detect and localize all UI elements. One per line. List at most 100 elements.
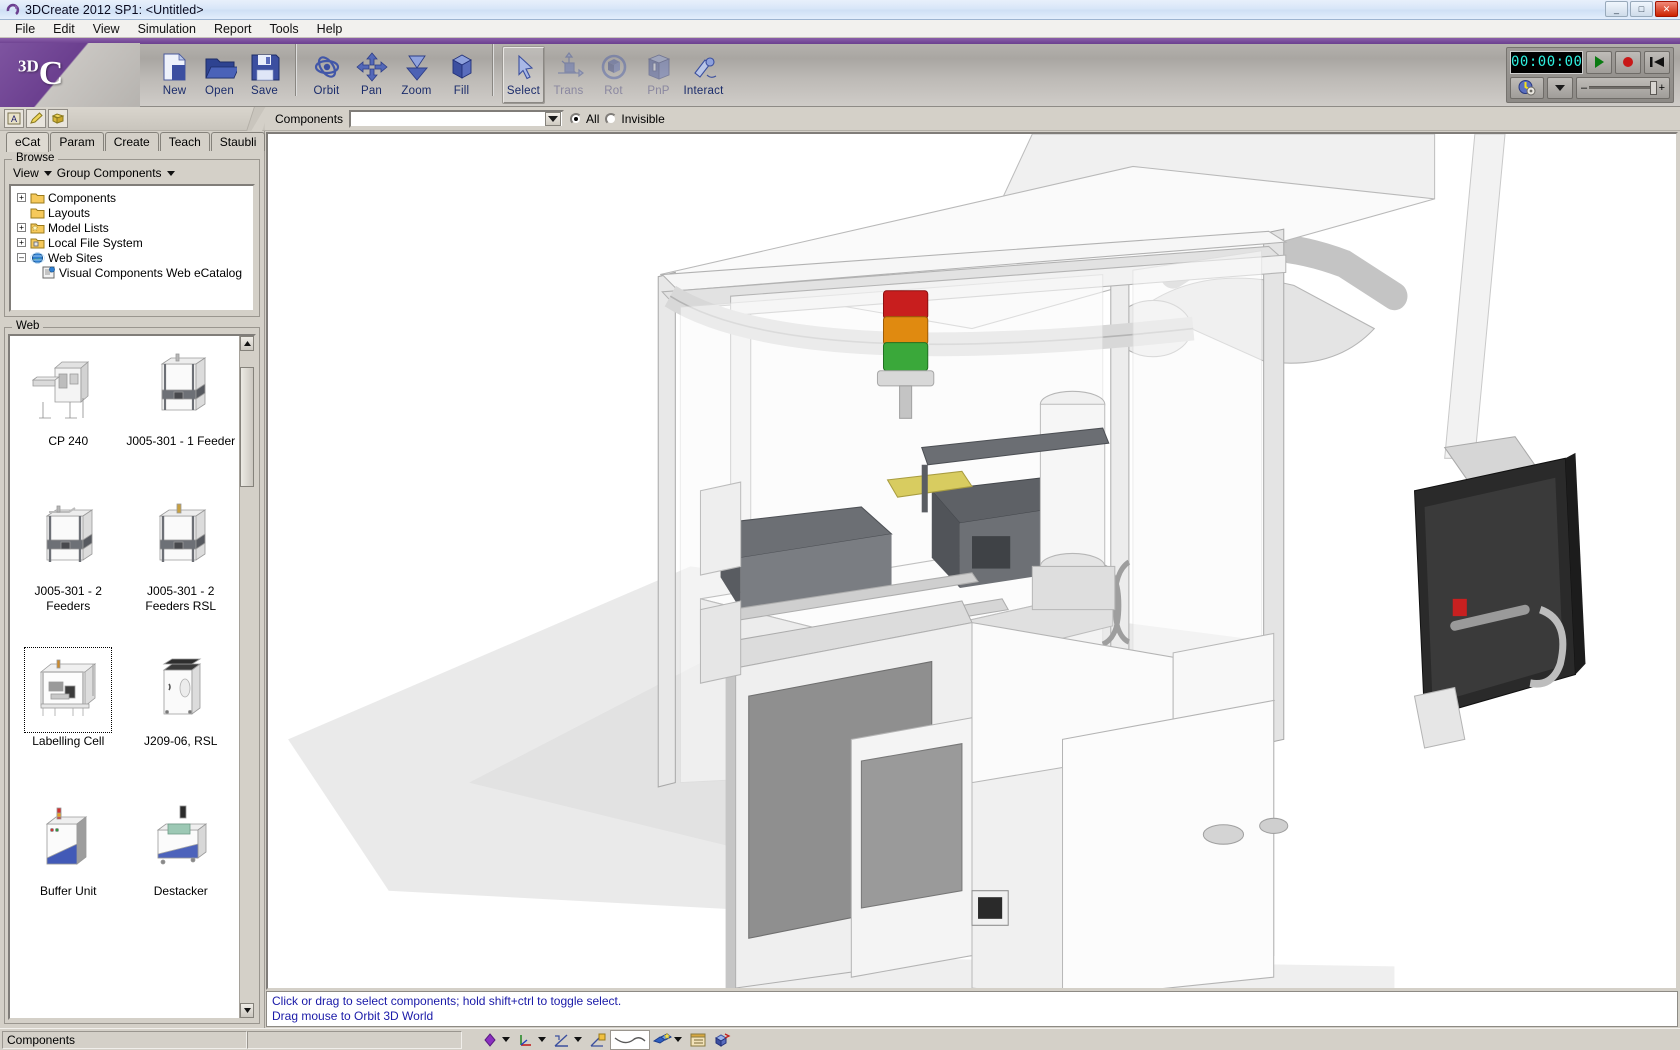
measure-lock-button[interactable] [586,1030,610,1050]
zoom-button-label: Zoom [401,85,432,97]
catalog-item-j005-301-2-feeders-rsl[interactable]: J005-301 - 2 Feeders RSL [125,492,238,642]
minimize-button[interactable]: _ [1605,1,1628,17]
measure-angle-button[interactable] [550,1030,574,1050]
pan-button[interactable]: Pan [350,46,393,104]
tab-param[interactable]: Param [50,132,104,151]
menu-item-view[interactable]: View [84,21,129,37]
reset-button[interactable] [1644,51,1670,74]
expander-icon[interactable]: + [17,238,26,247]
labelling-cell-3d-scene [268,134,1676,988]
filter-invisible-radio[interactable]: Invisible [605,112,665,126]
simulation-time-display: 00:00:00 [1510,51,1584,74]
expander-icon[interactable]: + [17,223,26,232]
select-button[interactable]: Select [502,46,545,104]
rot-button[interactable]: Rot [592,46,635,104]
components-label: Components [275,111,344,126]
chevron-down-icon[interactable] [545,111,562,126]
filter-all-label: All [586,111,600,126]
curve-tool-icon [614,1036,646,1043]
select-button-label: Select [506,85,541,97]
scroll-down-button[interactable] [240,1003,254,1018]
annotation-a-button[interactable]: A [4,109,24,128]
tree-node-layouts[interactable]: Layouts [13,205,251,220]
scroll-thumb[interactable] [240,367,254,487]
web-catalog-scrollarea[interactable]: CP 240 J005-301 - 1 Feeder J005-301 - 2 … [8,334,256,1020]
save-button[interactable]: Save [243,46,286,104]
browse-groupbox: Browse View Group Components + Component… [4,152,260,317]
catalog-tree[interactable]: + Components Layouts + Model Lists + Loc… [9,184,255,312]
simulation-control-panel: 00:00:00 – + [1506,47,1674,103]
geometry-block-button[interactable] [48,109,68,128]
orbit-button[interactable]: Orbit [305,46,348,104]
chevron-down-icon[interactable] [574,1037,582,1042]
expander-icon[interactable]: + [17,193,26,202]
measure-lock-icon [590,1033,606,1047]
tab-ecat[interactable]: eCat [6,132,50,152]
rot-button-label: Rot [604,85,623,97]
catalog-item-buffer-unit[interactable]: Buffer Unit [12,792,125,942]
fill-button[interactable]: Fill [440,46,483,104]
record-button[interactable] [1615,51,1642,74]
menu-item-edit[interactable]: Edit [44,21,84,37]
coordinate-axis-button[interactable] [514,1030,538,1050]
interact-button[interactable]: Interact [682,46,725,104]
catalog-item-label: J005-301 - 2 Feeders [34,584,102,613]
menu-item-simulation[interactable]: Simulation [129,21,205,37]
title-bar: 3DCreate 2012 SP1: <Untitled> _ □ ✕ [0,0,1680,20]
chevron-down-icon[interactable] [674,1037,682,1042]
pnp-button[interactable]: PnP [637,46,680,104]
chevron-down-icon[interactable] [166,170,175,176]
menu-item-tools[interactable]: Tools [260,21,307,37]
tab-staubli[interactable]: Staubli [210,132,266,151]
properties-panel-button[interactable] [686,1030,710,1050]
snap-point-button[interactable] [478,1030,502,1050]
catalog-item-j005-301-1-feeder[interactable]: J005-301 - 1 Feeder [125,342,238,492]
group-dropdown-label[interactable]: Group Components [57,166,162,180]
tree-node-web-ecatalog[interactable]: Visual Components Web eCatalog [13,265,251,280]
menu-item-help[interactable]: Help [308,21,352,37]
simulation-speed-slider[interactable]: – + [1576,76,1670,99]
catalog-item-j005-301-2-feeders[interactable]: J005-301 - 2 Feeders [12,492,125,642]
scroll-track[interactable] [240,351,254,1003]
tree-node-components[interactable]: + Components [13,190,251,205]
play-button[interactable] [1586,51,1613,74]
open-button[interactable]: Open [198,46,241,104]
curve-tool-button[interactable] [610,1029,650,1050]
tree-node-web-sites[interactable]: – Web Sites [13,250,251,265]
filter-all-radio[interactable]: All [570,112,599,126]
tree-node-local-file-system[interactable]: + Local File System [13,235,251,250]
pencil-edit-button[interactable] [26,109,46,128]
chevron-down-icon [1555,84,1565,91]
chevron-down-icon[interactable] [538,1037,546,1042]
menu-item-report[interactable]: Report [205,21,261,37]
tree-node-model-lists[interactable]: + Model Lists [13,220,251,235]
tab-create[interactable]: Create [104,132,159,151]
select-filter-button[interactable] [650,1030,674,1050]
maximize-button[interactable]: □ [1630,1,1653,17]
sim-options-dropdown[interactable] [1547,76,1573,99]
scroll-up-button[interactable] [240,336,254,351]
attach-component-button[interactable] [710,1030,734,1050]
sim-clock-button[interactable] [1510,76,1544,99]
catalog-vertical-scrollbar[interactable] [239,336,254,1018]
menu-item-file[interactable]: File [6,21,44,37]
chevron-down-icon[interactable] [502,1037,510,1042]
expander-icon[interactable]: – [17,253,26,262]
components-combo[interactable] [349,109,565,128]
catalog-item-destacker[interactable]: Destacker [125,792,238,942]
close-button[interactable]: ✕ [1655,1,1678,17]
tab-teach[interactable]: Teach [159,132,210,151]
chevron-down-icon[interactable] [43,170,52,176]
slider-knob[interactable] [1649,80,1657,95]
tree-label: Components [48,190,117,205]
new-button[interactable]: New [153,46,196,104]
catalog-item-labelling-cell[interactable]: Labelling Cell [12,642,125,792]
web-catalog-grid: CP 240 J005-301 - 1 Feeder J005-301 - 2 … [10,336,239,1018]
catalog-item-j209-06-rsl[interactable]: J209-06, RSL [125,642,238,792]
catalog-item-cp-240[interactable]: CP 240 [12,342,125,492]
zoom-button[interactable]: Zoom [395,46,438,104]
3d-viewport[interactable] [266,132,1678,990]
trans-button[interactable]: Trans [547,46,590,104]
panel-tabs: eCat Param Create Teach Staubli [0,131,266,152]
view-dropdown-label[interactable]: View [13,166,39,180]
